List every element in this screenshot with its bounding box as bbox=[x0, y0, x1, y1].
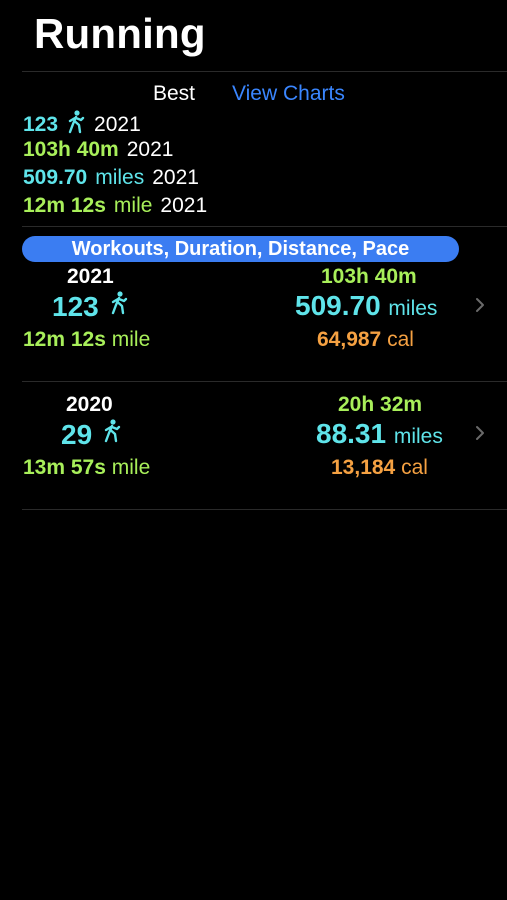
distance: 509.70 miles bbox=[295, 290, 437, 322]
chevron-right-icon bbox=[476, 426, 484, 440]
calories-unit: cal bbox=[387, 328, 414, 351]
best-pace-value: 12m 12s bbox=[23, 194, 106, 217]
best-workouts-row: 123 2021 bbox=[23, 110, 141, 140]
best-distance-value: 509.70 bbox=[23, 166, 88, 189]
pace-unit: mile bbox=[111, 456, 151, 479]
figure-run-icon bbox=[109, 290, 129, 323]
figure-run-icon bbox=[66, 110, 86, 140]
pace-value: 13m 57s bbox=[23, 456, 106, 479]
pace-value: 12m 12s bbox=[23, 328, 106, 351]
best-workouts-value: 123 bbox=[23, 113, 59, 136]
pace: 12m 12s mile bbox=[23, 328, 150, 352]
distance-value: 509.70 bbox=[295, 290, 381, 321]
pace: 13m 57s mile bbox=[23, 456, 150, 480]
divider bbox=[22, 509, 507, 510]
calories: 64,987 cal bbox=[317, 328, 414, 352]
year-row-2021[interactable]: 2021 103h 40m 123 509.70 miles 12m 12s m… bbox=[0, 262, 507, 390]
distance-unit: miles bbox=[393, 425, 443, 448]
duration-value: 20h 32m bbox=[338, 393, 423, 416]
best-duration-row: 103h 40m 2021 bbox=[23, 138, 173, 162]
best-distance-unit: miles bbox=[95, 166, 145, 189]
page-title: Running bbox=[34, 10, 206, 57]
divider bbox=[22, 226, 507, 227]
metrics-pill: Workouts, Duration, Distance, Pace bbox=[22, 236, 459, 262]
workouts-count: 123 bbox=[52, 290, 129, 323]
calories: 13,184 cal bbox=[331, 456, 428, 480]
best-pace-row: 12m 12s mile 2021 bbox=[23, 194, 207, 218]
view-charts-link[interactable]: View Charts bbox=[232, 82, 345, 106]
workouts-value: 123 bbox=[52, 290, 99, 322]
best-pace-unit: mile bbox=[113, 194, 153, 217]
distance-unit: miles bbox=[388, 297, 438, 320]
divider bbox=[22, 381, 507, 382]
year-row-2020[interactable]: 2020 20h 32m 29 88.31 miles 13m 57s mile… bbox=[0, 390, 507, 518]
chevron-right-icon bbox=[476, 298, 484, 312]
running-screen: Running Best View Charts 123 2021 103h 4… bbox=[0, 0, 507, 900]
pace-unit: mile bbox=[111, 328, 151, 351]
calories-unit: cal bbox=[401, 456, 428, 479]
calories-value: 64,987 bbox=[317, 328, 382, 351]
best-duration-value: 103h 40m bbox=[23, 138, 119, 161]
best-distance-row: 509.70 miles 2021 bbox=[23, 166, 199, 190]
year-label: 2020 bbox=[66, 393, 113, 416]
best-distance-year: 2021 bbox=[152, 166, 199, 189]
best-workouts-year: 2021 bbox=[94, 113, 141, 136]
calories-value: 13,184 bbox=[331, 456, 396, 479]
duration-value: 103h 40m bbox=[321, 265, 417, 288]
best-duration-year: 2021 bbox=[126, 138, 174, 161]
year-label: 2021 bbox=[67, 265, 114, 288]
divider bbox=[22, 71, 507, 72]
distance-value: 88.31 bbox=[316, 418, 387, 449]
best-pace-year: 2021 bbox=[160, 194, 208, 217]
best-label: Best bbox=[153, 82, 196, 105]
workouts-count: 29 bbox=[61, 418, 122, 451]
distance: 88.31 miles bbox=[316, 418, 443, 450]
workouts-value: 29 bbox=[61, 418, 93, 450]
figure-run-icon bbox=[102, 418, 122, 451]
